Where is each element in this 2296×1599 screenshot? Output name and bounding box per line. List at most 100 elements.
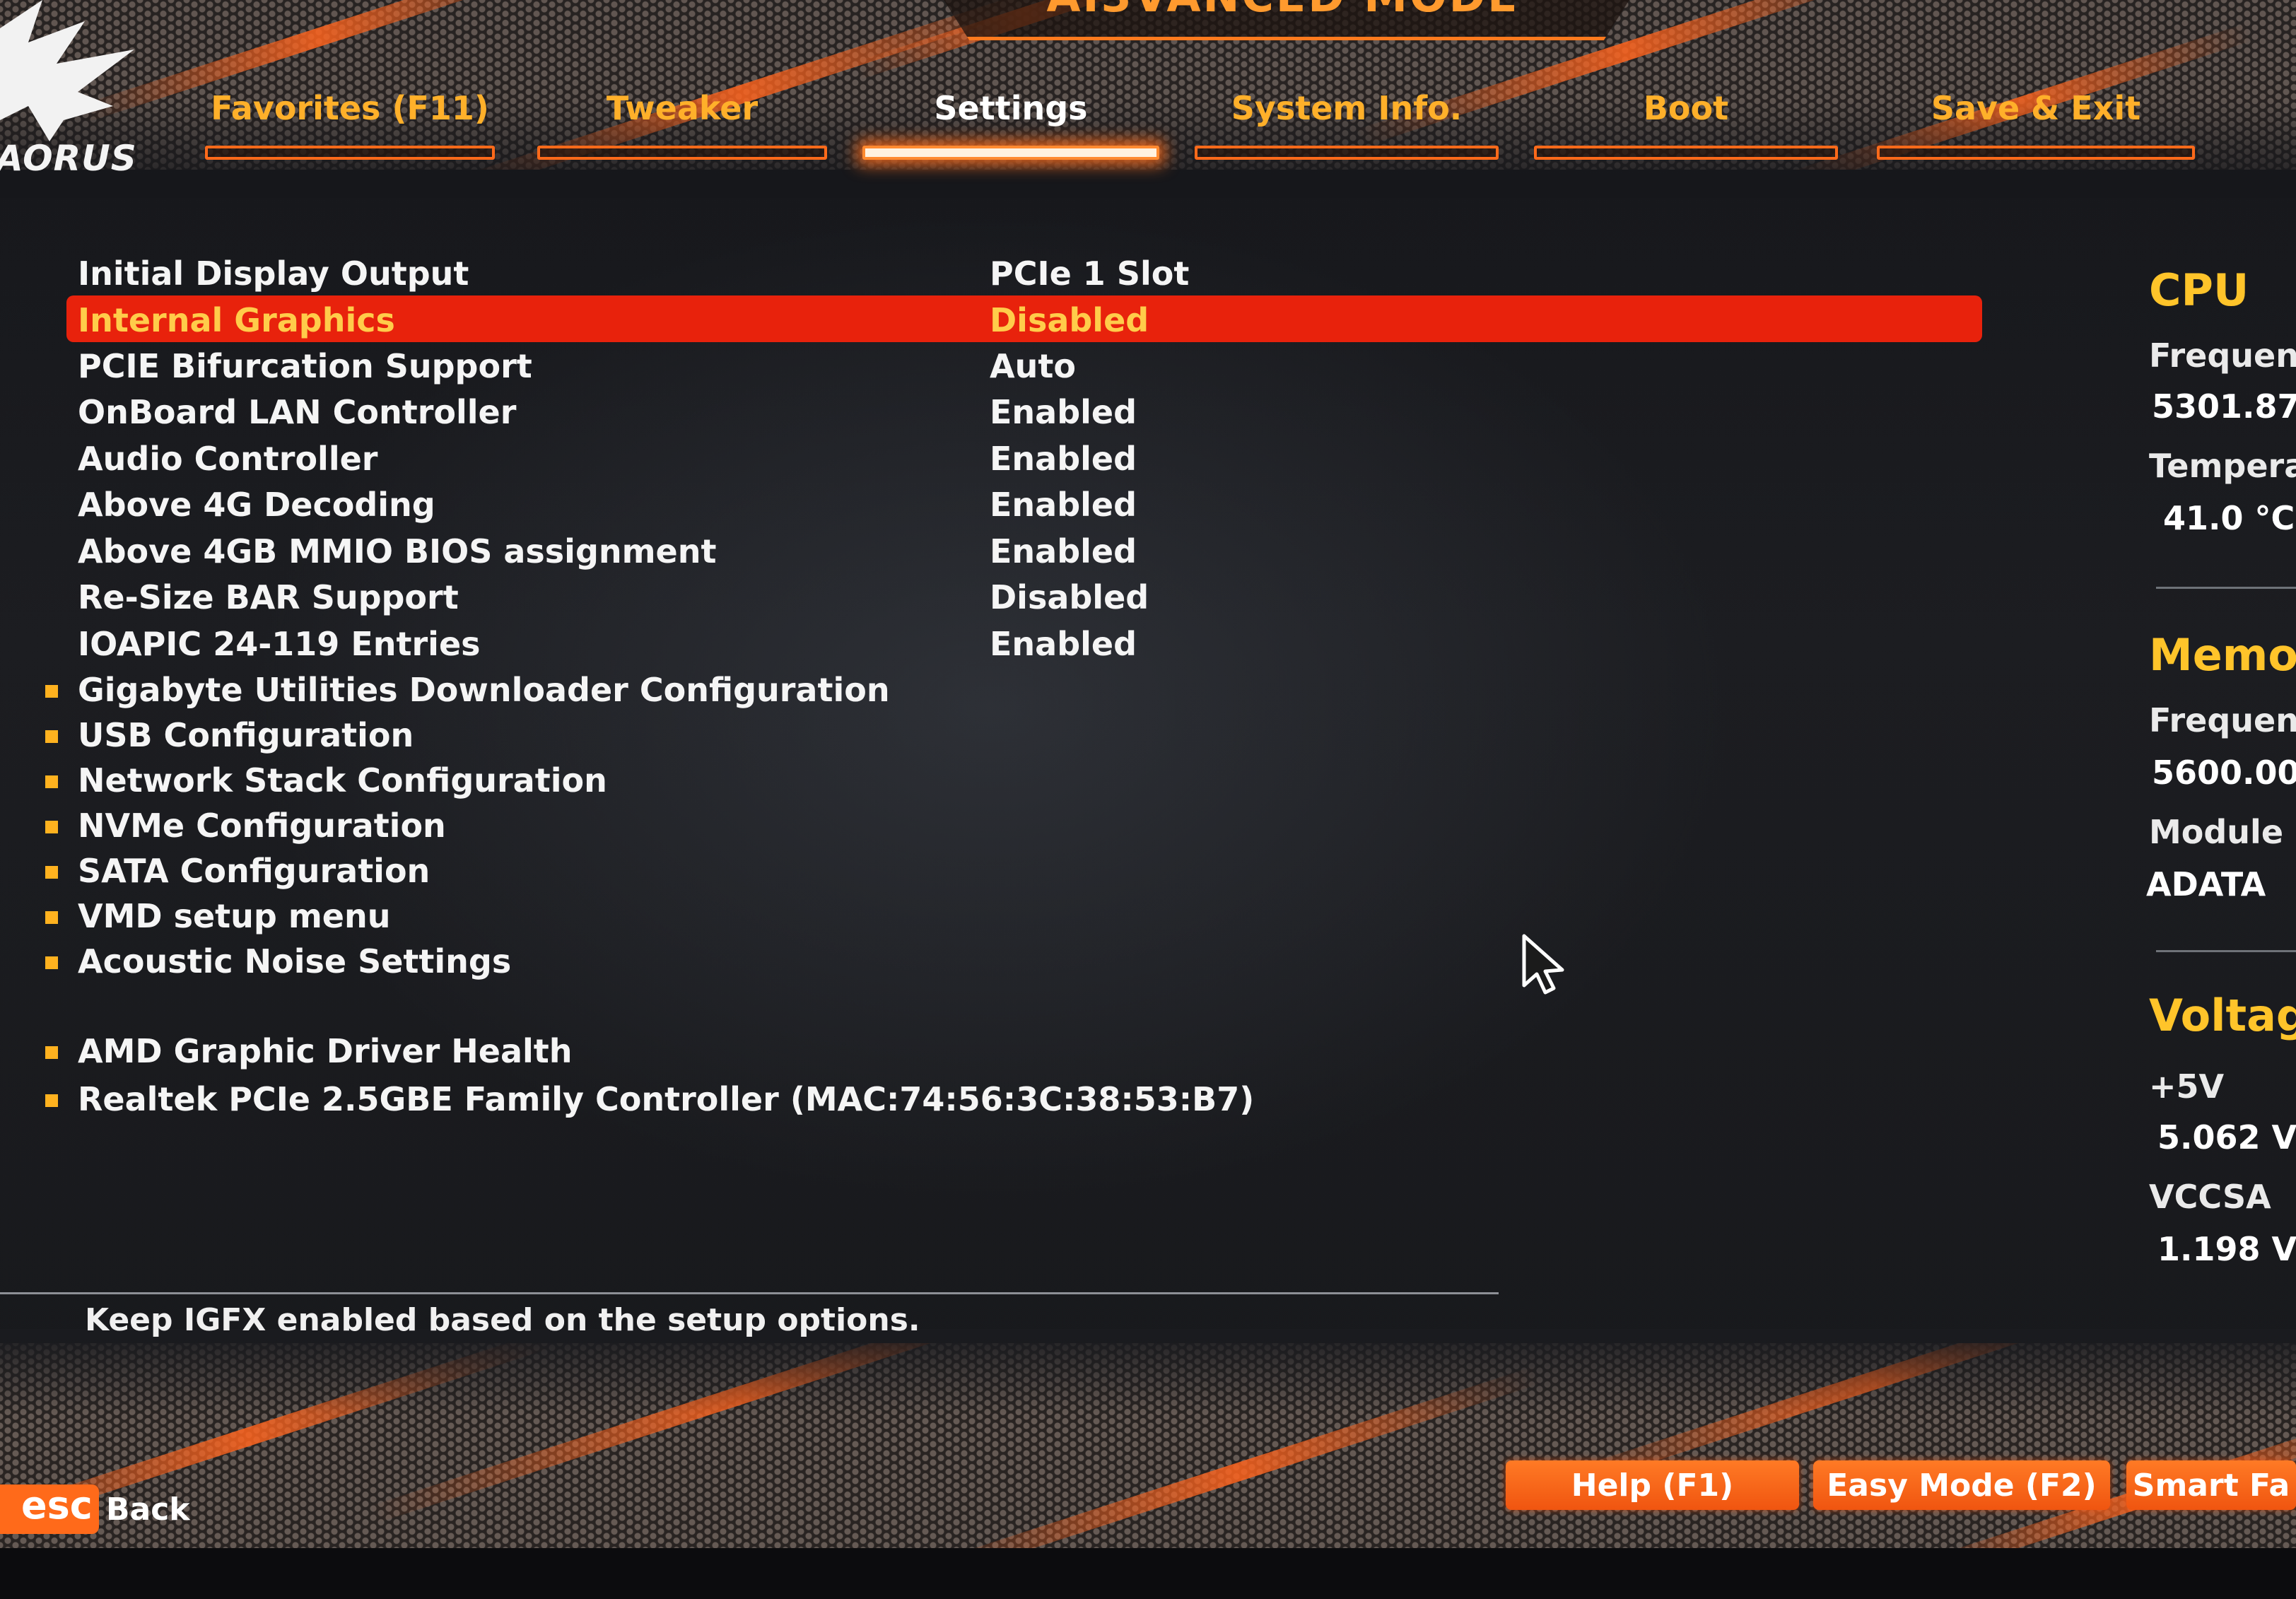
setting-name: Above 4G Decoding: [78, 486, 435, 524]
submenu-sata[interactable]: SATA Configuration: [42, 846, 1951, 890]
setting-row-pcie-bifurcation[interactable]: PCIE Bifurcation Support Auto: [42, 341, 1951, 385]
submenu-bullet-icon: [45, 956, 58, 969]
setting-value[interactable]: Enabled: [990, 532, 1137, 570]
setting-value[interactable]: Enabled: [990, 393, 1137, 431]
submenu-usb[interactable]: USB Configuration: [42, 710, 1951, 754]
cpu-frequency-value: 5301.87M: [2152, 387, 2296, 426]
device-realtek-lan[interactable]: Realtek PCIe 2.5GBE Family Controller (M…: [42, 1074, 1951, 1118]
voltage-5v-label: +5V: [2149, 1067, 2225, 1106]
easy-mode-button-label: Easy Mode (F2): [1827, 1468, 2097, 1504]
setting-value[interactable]: Enabled: [990, 440, 1137, 478]
memory-frequency-value: 5600.00M: [2152, 754, 2296, 792]
submenu-bullet-icon: [45, 730, 58, 743]
setting-name: IOAPIC 24-119 Entries: [78, 625, 481, 663]
monitor-bezel: [0, 1548, 2296, 1599]
tab-underline: [205, 146, 495, 160]
setting-row-mmio-bios[interactable]: Above 4GB MMIO BIOS assignment Enabled: [42, 527, 1951, 570]
tab-save-exit[interactable]: Save & Exit: [1877, 78, 2195, 160]
setting-row-initial-display-output[interactable]: Initial Display Output PCIe 1 Slot: [42, 249, 1951, 293]
easy-mode-button[interactable]: Easy Mode (F2): [1813, 1460, 2110, 1510]
submenu-bullet-icon: [45, 1046, 58, 1059]
setting-row-internal-graphics[interactable]: Internal Graphics Disabled: [42, 295, 1982, 342]
tab-favorites[interactable]: Favorites (F11): [205, 78, 495, 160]
setting-name: Audio Controller: [78, 440, 378, 478]
setting-value[interactable]: Disabled: [990, 578, 1149, 616]
setting-row-above-4g-decoding[interactable]: Above 4G Decoding Enabled: [42, 480, 1951, 524]
help-text: Keep IGFX enabled based on the setup opt…: [85, 1302, 920, 1338]
submenu-bullet-icon: [45, 1094, 58, 1107]
help-button[interactable]: Help (F1): [1506, 1460, 1799, 1510]
voltage-vccsa-label: VCCSA: [2149, 1178, 2271, 1216]
tab-label: Settings: [934, 89, 1088, 127]
tab-label: Tweaker: [606, 89, 758, 127]
panel-separator: [2156, 950, 2296, 952]
setting-value[interactable]: PCIe 1 Slot: [990, 254, 1189, 293]
help-button-label: Help (F1): [1571, 1468, 1734, 1504]
cpu-temperature-value: 41.0 °C: [2163, 499, 2295, 537]
submenu-label: USB Configuration: [78, 716, 414, 754]
panel-separator: [2156, 587, 2296, 589]
main-tabs: Favorites (F11) Tweaker Settings System …: [205, 78, 2206, 163]
tab-underline: [1534, 146, 1838, 160]
submenu-label: Network Stack Configuration: [78, 761, 607, 800]
submenu-vmd[interactable]: VMD setup menu: [42, 891, 1951, 935]
setting-name: Internal Graphics: [78, 301, 395, 339]
submenu-nvme[interactable]: NVMe Configuration: [42, 801, 1951, 845]
submenu-gigabyte-utilities[interactable]: Gigabyte Utilities Downloader Configurat…: [42, 665, 1951, 709]
submenu-bullet-icon: [45, 685, 58, 698]
tab-underline: [1877, 146, 2195, 160]
setting-row-audio-controller[interactable]: Audio Controller Enabled: [42, 434, 1951, 478]
device-label: Realtek PCIe 2.5GBE Family Controller (M…: [78, 1080, 1255, 1118]
cpu-frequency-label: Frequenc: [2149, 336, 2296, 375]
memory-frequency-label: Frequenc: [2149, 701, 2296, 739]
tab-underline: [1195, 146, 1499, 160]
tab-underline: [537, 146, 827, 160]
memory-module-label: Module M: [2149, 813, 2296, 851]
footer-fade: [0, 1329, 2296, 1414]
setting-row-onboard-lan[interactable]: OnBoard LAN Controller Enabled: [42, 387, 1951, 431]
help-divider: [0, 1292, 1499, 1294]
mode-title: AI3VANCED MODE: [926, 0, 1640, 22]
setting-value[interactable]: Enabled: [990, 625, 1137, 663]
setting-name: Re-Size BAR Support: [78, 578, 459, 616]
voltage-heading: Voltage: [2149, 990, 2296, 1041]
device-label: AMD Graphic Driver Health: [78, 1032, 573, 1070]
setting-value[interactable]: Enabled: [990, 486, 1137, 524]
memory-module-value: ADATA: [2146, 865, 2266, 903]
device-amd-graphic-driver[interactable]: AMD Graphic Driver Health: [42, 1026, 1951, 1070]
tab-label: Favorites (F11): [211, 89, 489, 127]
esc-key-label: esc: [21, 1483, 93, 1528]
cpu-temperature-label: Temperat: [2149, 447, 2296, 485]
tab-tweaker[interactable]: Tweaker: [537, 78, 827, 160]
tab-label: Boot: [1643, 89, 1729, 127]
tab-system-info[interactable]: System Info.: [1195, 78, 1499, 160]
setting-value[interactable]: Disabled: [990, 301, 1149, 339]
submenu-label: SATA Configuration: [78, 852, 430, 890]
submenu-network-stack[interactable]: Network Stack Configuration: [42, 756, 1951, 800]
cpu-heading: CPU: [2149, 264, 2249, 316]
tab-settings[interactable]: Settings: [862, 78, 1159, 160]
setting-row-resize-bar[interactable]: Re-Size BAR Support Disabled: [42, 573, 1951, 616]
setting-value[interactable]: Auto: [990, 347, 1076, 385]
voltage-vccsa-value: 1.198 V: [2157, 1230, 2296, 1268]
tab-label: System Info.: [1231, 89, 1463, 127]
submenu-bullet-icon: [45, 821, 58, 833]
setting-name: Initial Display Output: [78, 254, 469, 293]
smart-fan-button-label: Smart Fa: [2132, 1468, 2290, 1504]
smart-fan-button[interactable]: Smart Fa: [2126, 1460, 2296, 1510]
tab-boot[interactable]: Boot: [1534, 78, 1838, 160]
submenu-label: NVMe Configuration: [78, 807, 446, 845]
back-label[interactable]: Back: [106, 1492, 190, 1528]
setting-name: Above 4GB MMIO BIOS assignment: [78, 532, 717, 570]
setting-name: PCIE Bifurcation Support: [78, 347, 532, 385]
tab-label: Save & Exit: [1931, 89, 2141, 127]
tab-underline: [862, 146, 1159, 160]
submenu-label: Acoustic Noise Settings: [78, 942, 512, 980]
setting-name: OnBoard LAN Controller: [78, 393, 517, 431]
submenu-bullet-icon: [45, 775, 58, 788]
submenu-bullet-icon: [45, 911, 58, 924]
voltage-5v-value: 5.062 V: [2157, 1118, 2296, 1156]
submenu-acoustic-noise[interactable]: Acoustic Noise Settings: [42, 937, 1951, 980]
setting-row-ioapic[interactable]: IOAPIC 24-119 Entries Enabled: [42, 619, 1951, 663]
submenu-label: Gigabyte Utilities Downloader Configurat…: [78, 671, 890, 709]
